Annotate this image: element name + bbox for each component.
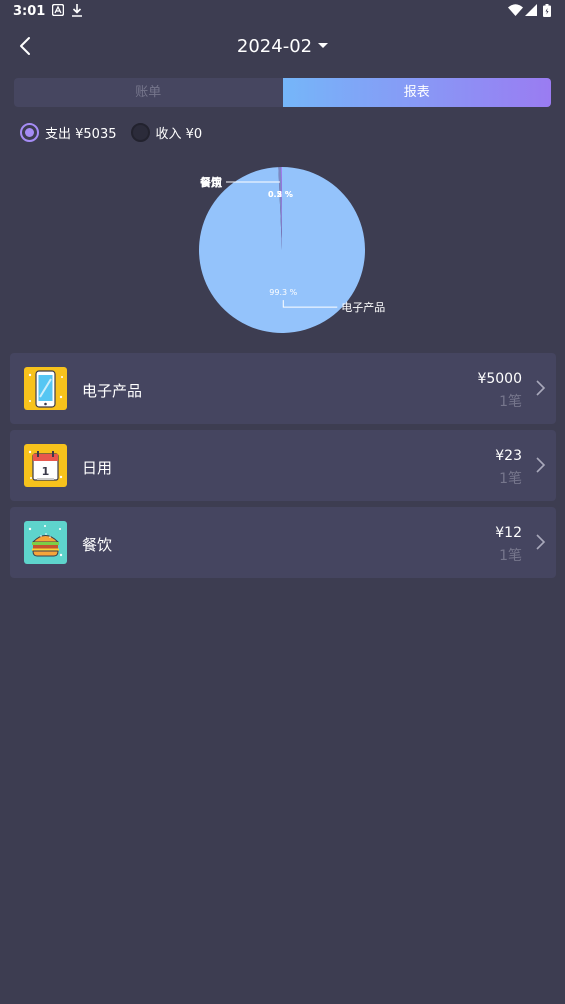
battery-icon <box>543 4 551 17</box>
radio-selected-icon <box>20 122 39 142</box>
header: 2024-02 <box>0 26 565 70</box>
expense-label: 支出 ¥5035 <box>45 126 117 142</box>
status-bar: 3:01 <box>0 0 565 26</box>
calendar-icon: 1 <box>24 444 67 487</box>
status-time: 3:01 <box>13 4 46 19</box>
tab-bill[interactable]: 账单 <box>14 78 283 107</box>
category-name: 餐饮 <box>82 536 113 554</box>
category-count: 1笔 <box>499 471 522 487</box>
phone-icon <box>24 367 67 410</box>
svg-text:1: 1 <box>42 465 50 478</box>
signal-icon <box>525 4 537 16</box>
category-pie-chart: 99.3 %电子产品0.5 %0.2 %日用餐饮 <box>199 167 385 333</box>
month-label: 2024-02 <box>236 36 313 57</box>
category-amount: ¥23 <box>495 448 522 464</box>
tab-report[interactable]: 报表 <box>282 78 551 107</box>
category-count: 1笔 <box>499 548 522 564</box>
income-label: 收入 ¥0 <box>155 126 203 142</box>
category-list: 电子产品 ¥5000 1笔 1 日用 ¥23 1笔 餐饮 ¥12 1笔 <box>10 353 556 584</box>
pie-pct-label: 99.3 % <box>269 288 297 297</box>
category-amount: ¥5000 <box>477 371 522 387</box>
category-row[interactable]: 电子产品 ¥5000 1笔 <box>10 353 556 424</box>
view-tabs: 账单 报表 <box>14 78 551 107</box>
category-count: 1笔 <box>499 394 522 410</box>
chevron-right-icon <box>536 534 546 550</box>
month-picker[interactable]: 2024-02 <box>0 36 565 57</box>
pie-category-label: 餐饮 <box>199 175 223 189</box>
pie-pct-label: 0.2 % <box>268 190 293 199</box>
download-icon <box>72 4 82 17</box>
category-row[interactable]: 餐饮 ¥12 1笔 <box>10 507 556 578</box>
chevron-right-icon <box>536 380 546 396</box>
category-row[interactable]: 1 日用 ¥23 1笔 <box>10 430 556 501</box>
category-name: 日用 <box>82 459 113 477</box>
type-filter: 支出 ¥5035 收入 ¥0 <box>20 122 216 142</box>
chevron-right-icon <box>536 457 546 473</box>
caret-down-icon <box>318 42 329 48</box>
income-radio[interactable]: 收入 ¥0 <box>130 122 203 142</box>
pie-category-label: 电子产品 <box>341 300 385 314</box>
category-name: 电子产品 <box>82 382 143 400</box>
burger-icon <box>24 521 67 564</box>
app-notification-icon <box>52 4 64 16</box>
expense-radio[interactable]: 支出 ¥5035 <box>20 122 117 142</box>
wifi-icon <box>508 4 523 16</box>
category-amount: ¥12 <box>495 525 522 541</box>
radio-unselected-icon <box>130 122 150 142</box>
